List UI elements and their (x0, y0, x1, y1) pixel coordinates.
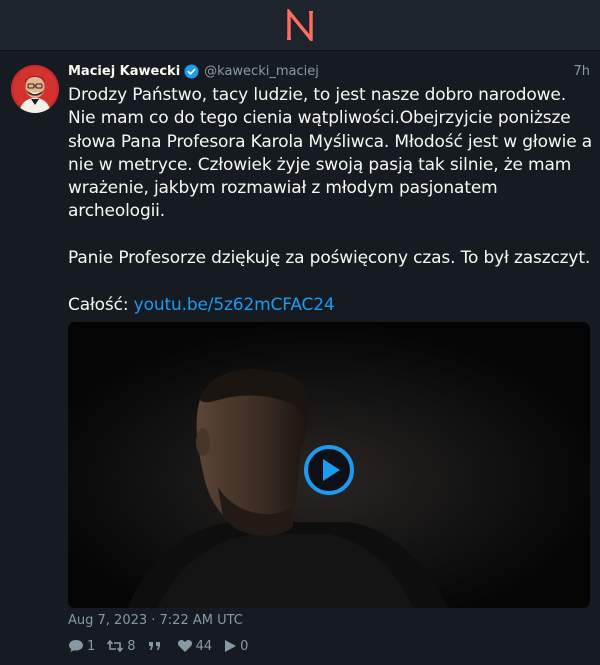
top-navbar (0, 0, 600, 51)
views-stat[interactable]: 0 (223, 639, 248, 654)
verified-badge-icon (184, 63, 199, 79)
heart-icon (177, 639, 192, 652)
views-count: 0 (240, 638, 249, 654)
comment-icon (69, 640, 83, 652)
play-views-icon (225, 640, 237, 652)
retweet-icon (107, 639, 124, 653)
video-player[interactable] (68, 322, 590, 608)
tweet-body: Drodzy Państwo, tacy ludzie, to jest nas… (68, 84, 596, 317)
tweet-header: Maciej Kawecki @kawecki_maciej 7h (68, 61, 590, 81)
youtube-link[interactable]: youtu.be/5z62mCFAC24 (134, 295, 335, 315)
fullname[interactable]: Maciej Kawecki (68, 64, 180, 79)
retweets-stat[interactable]: 8 (106, 638, 136, 654)
full-label: Całość: (68, 294, 134, 315)
nitter-logo-icon[interactable] (285, 9, 315, 41)
quotes-stat[interactable] (147, 639, 166, 653)
replies-count: 1 (87, 638, 96, 654)
tweet-paragraph: Panie Profesorze dziękuję za poświęcony … (68, 248, 591, 269)
tweet-date[interactable]: Aug 7, 2023 · 7:22 AM UTC (68, 613, 243, 628)
retweets-count: 8 (127, 638, 136, 654)
likes-stat[interactable]: 44 (177, 638, 213, 654)
tweet: Maciej Kawecki @kawecki_maciej 7h Drodzy… (0, 51, 600, 665)
replies-stat[interactable]: 1 (68, 639, 95, 654)
quote-icon (148, 642, 160, 650)
play-icon[interactable] (303, 444, 355, 496)
tweet-stats: 1 8 44 0 (68, 636, 259, 656)
tweet-paragraph: Drodzy Państwo, tacy ludzie, to jest nas… (68, 85, 593, 222)
likes-count: 44 (195, 638, 213, 654)
avatar[interactable] (11, 65, 59, 113)
tweet-link-line: Całość: youtu.be/5z62mCFAC24 (68, 294, 596, 317)
username[interactable]: @kawecki_maciej (204, 64, 319, 79)
tweet-time[interactable]: 7h (573, 64, 590, 79)
